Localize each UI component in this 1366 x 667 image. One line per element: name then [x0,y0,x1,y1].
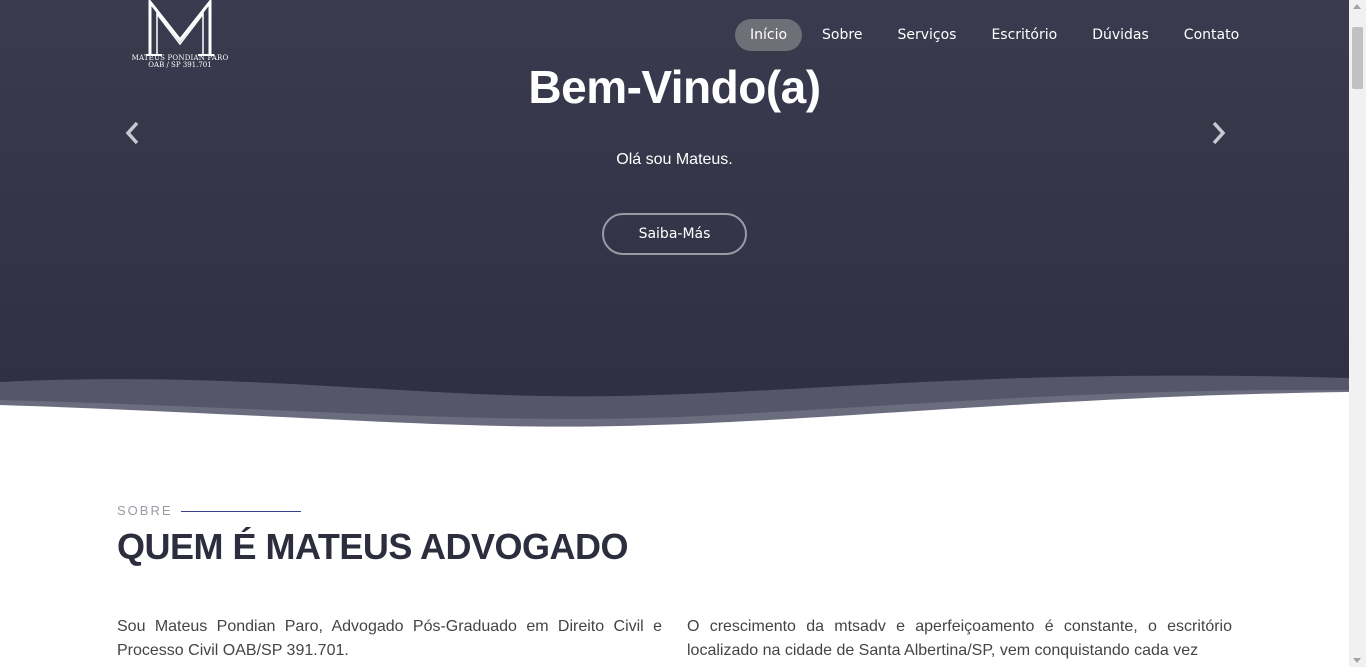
nav-item-sobre[interactable]: Sobre [807,19,877,51]
about-paragraph-right: O crescimento da mtsadv e aperfeiçoament… [687,618,1232,659]
section-label: SOBRE [117,503,173,518]
hero-subtitle: Olá sou Mateus. [616,151,733,168]
carousel-prev-button[interactable] [118,118,148,148]
main-nav: Início Sobre Serviços Escritório Dúvidas… [735,19,1259,51]
nav-item-servicos[interactable]: Serviços [882,19,971,51]
section-title: QUEM É MATEUS ADVOGADO [117,526,629,567]
scroll-down-icon[interactable] [1353,658,1361,663]
about-paragraph-left: Sou Mateus Pondian Paro, Advogado Pós-Gr… [117,618,662,659]
carousel-next-button[interactable] [1203,118,1233,148]
nav-item-inicio[interactable]: Início [735,19,803,51]
nav-item-contato[interactable]: Contato [1169,19,1254,51]
hero-section: MATEUS PONDIAN PARO OAB / SP 391.701 Iní… [0,0,1349,430]
scroll-up-icon[interactable] [1353,4,1361,9]
section-divider [181,511,301,512]
nav-item-escritorio[interactable]: Escritório [976,19,1072,51]
chevron-right-icon [1212,121,1226,145]
hero-wave [0,375,1349,430]
saiba-mais-button[interactable]: Saiba-Más [602,213,747,255]
logo-m-icon [146,0,214,56]
hero-title: Bem-Vindo(a) [528,61,821,113]
scroll-thumb[interactable] [1352,27,1363,89]
nav-item-duvidas[interactable]: Dúvidas [1077,19,1164,51]
chevron-left-icon [125,121,139,145]
page-scrollbar[interactable] [1349,0,1366,667]
